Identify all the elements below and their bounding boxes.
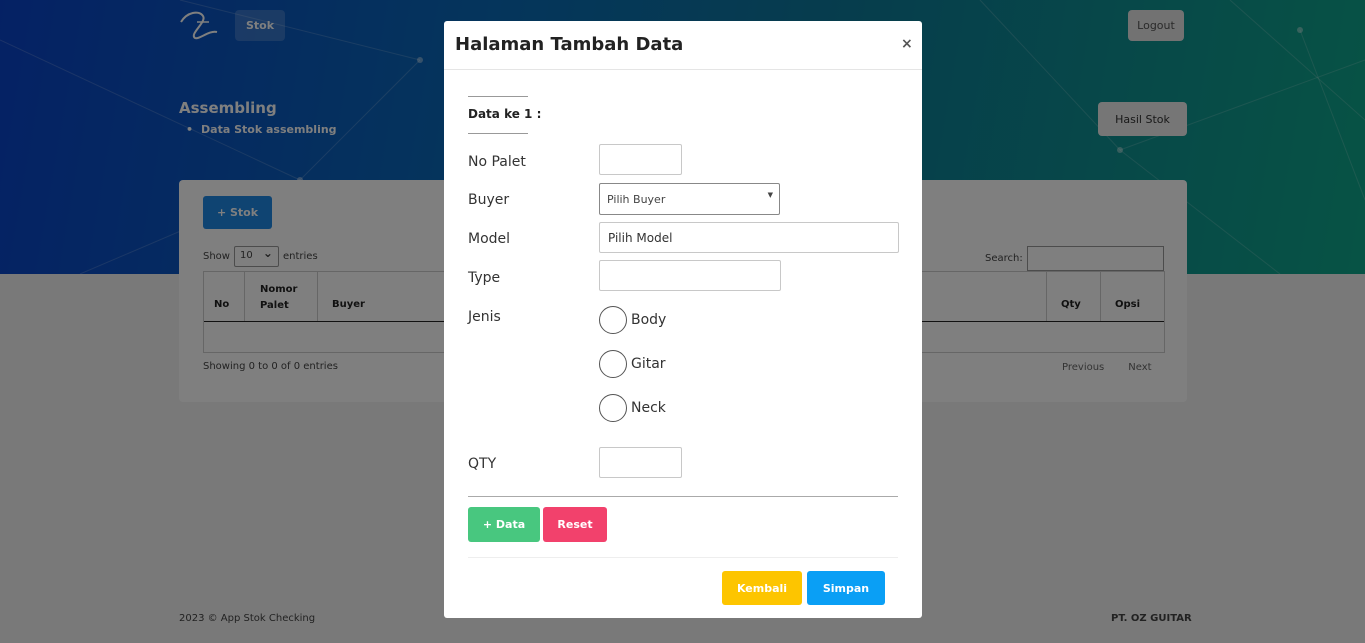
divider xyxy=(468,557,898,558)
divider xyxy=(468,133,528,134)
divider xyxy=(468,96,528,97)
radio-gitar-label: Gitar xyxy=(631,356,666,372)
type-input[interactable] xyxy=(599,260,781,291)
close-icon[interactable]: × xyxy=(901,36,913,52)
jenis-option-gitar[interactable]: Gitar xyxy=(599,350,666,378)
radio-gitar[interactable] xyxy=(599,350,627,378)
radio-body-label: Body xyxy=(631,312,667,328)
modal-header: Halaman Tambah Data × xyxy=(444,21,922,70)
radio-body[interactable] xyxy=(599,306,627,334)
divider xyxy=(468,496,898,497)
simpan-button[interactable]: Simpan xyxy=(807,571,885,605)
buyer-label: Buyer xyxy=(468,192,510,208)
type-label: Type xyxy=(468,270,501,286)
jenis-label: Jenis xyxy=(468,309,501,325)
model-input-value: Pilih Model xyxy=(608,230,673,245)
jenis-option-neck[interactable]: Neck xyxy=(599,394,666,422)
qty-input[interactable] xyxy=(599,447,682,478)
no-palet-label: No Palet xyxy=(468,154,526,170)
kembali-button[interactable]: Kembali xyxy=(722,571,802,605)
buyer-select-value: Pilih Buyer xyxy=(607,192,666,206)
data-ke-label: Data ke 1 : xyxy=(468,107,542,121)
model-input[interactable]: Pilih Model xyxy=(599,222,899,253)
buyer-select[interactable]: Pilih Buyer ▼ xyxy=(599,183,780,215)
radio-neck-label: Neck xyxy=(631,400,666,416)
radio-neck[interactable] xyxy=(599,394,627,422)
caret-down-icon: ▼ xyxy=(767,191,773,199)
tambah-data-modal: Halaman Tambah Data × Data ke 1 : No Pal… xyxy=(444,21,922,618)
qty-label: QTY xyxy=(468,456,497,472)
model-label: Model xyxy=(468,231,511,247)
reset-button[interactable]: Reset xyxy=(543,507,607,542)
jenis-option-body[interactable]: Body xyxy=(599,306,666,334)
add-data-button[interactable]: + Data xyxy=(468,507,540,542)
no-palet-input[interactable] xyxy=(599,144,682,175)
modal-title: Halaman Tambah Data xyxy=(455,34,684,55)
